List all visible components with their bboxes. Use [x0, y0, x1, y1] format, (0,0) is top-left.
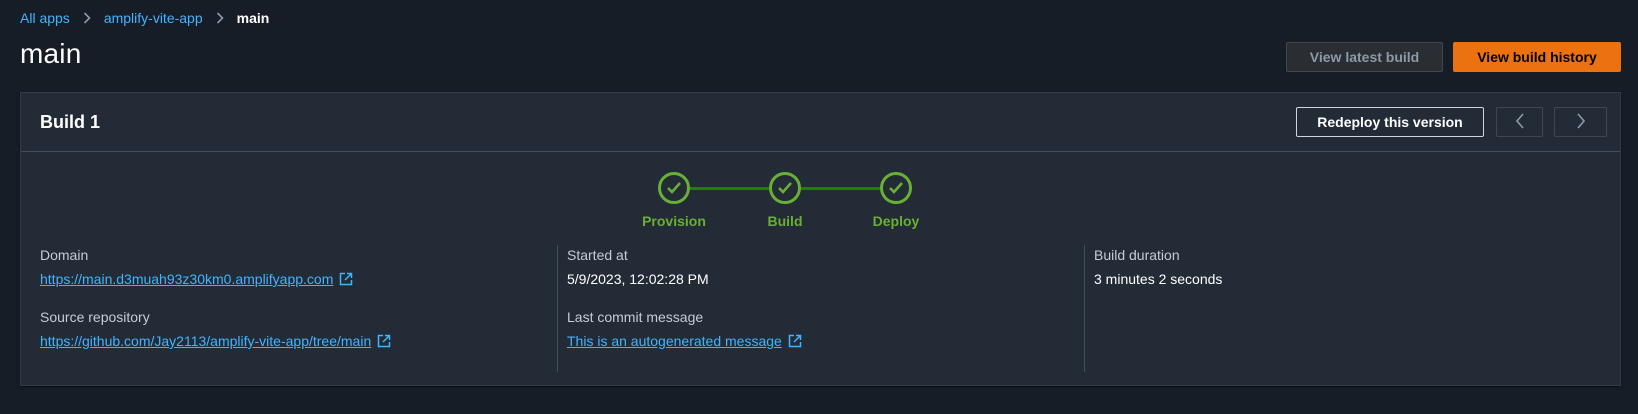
column-divider	[557, 245, 558, 372]
started-at-label: Started at	[567, 247, 628, 263]
view-build-history-button[interactable]: View build history	[1453, 42, 1621, 72]
step-label-provision: Provision	[642, 213, 706, 229]
domain-link[interactable]: https://main.d3muah93z30km0.amplifyapp.c…	[40, 271, 353, 287]
previous-build-button[interactable]	[1496, 107, 1543, 137]
source-repository-link[interactable]: https://github.com/Jay2113/amplify-vite-…	[40, 333, 391, 349]
breadcrumb: All apps amplify-vite-app main	[20, 8, 269, 28]
last-commit-link[interactable]: This is an autogenerated message	[567, 333, 802, 349]
deploy-step-check-icon	[880, 172, 912, 204]
chevron-left-icon	[1515, 112, 1525, 132]
provision-step-check-icon	[658, 172, 690, 204]
build-duration-value: 3 minutes 2 seconds	[1094, 271, 1223, 287]
build-card: Build 1 Redeploy this version Provision …	[20, 92, 1621, 386]
step-label-deploy: Deploy	[872, 213, 920, 229]
build-progress-steps: Provision Build Deploy	[21, 153, 1620, 248]
breadcrumb-app[interactable]: amplify-vite-app	[104, 10, 203, 26]
build-card-header: Build 1 Redeploy this version	[21, 93, 1620, 152]
started-at-value: 5/9/2023, 12:02:28 PM	[567, 271, 709, 287]
view-latest-build-button[interactable]: View latest build	[1286, 42, 1443, 72]
chevron-right-icon	[1576, 112, 1586, 132]
details-column-started: Started at 5/9/2023, 12:02:28 PM Last co…	[567, 245, 1047, 371]
chevron-right-icon	[216, 12, 224, 24]
domain-label: Domain	[40, 247, 89, 263]
source-repository-label: Source repository	[40, 309, 150, 325]
build-title: Build 1	[40, 112, 101, 132]
redeploy-button[interactable]: Redeploy this version	[1296, 107, 1484, 137]
breadcrumb-current: main	[236, 10, 270, 26]
details-column-duration: Build duration 3 minutes 2 seconds	[1094, 245, 1574, 371]
breadcrumb-all-apps[interactable]: All apps	[20, 10, 70, 26]
last-commit-value: This is an autogenerated message	[567, 333, 782, 349]
step-label-build: Build	[767, 213, 803, 229]
step-connector	[801, 187, 881, 190]
details-column-domain: Domain https://main.d3muah93z30km0.ampli…	[40, 245, 520, 371]
next-build-button[interactable]	[1554, 107, 1607, 137]
external-link-icon	[377, 334, 391, 348]
source-repository-value: https://github.com/Jay2113/amplify-vite-…	[40, 333, 372, 349]
domain-value: https://main.d3muah93z30km0.amplifyapp.c…	[40, 271, 334, 287]
build-duration-label: Build duration	[1094, 247, 1180, 263]
build-step-check-icon	[769, 172, 801, 204]
page-title: main	[20, 38, 82, 69]
external-link-icon	[339, 272, 353, 286]
step-connector	[689, 187, 769, 190]
column-divider	[1084, 245, 1085, 372]
last-commit-label: Last commit message	[567, 309, 704, 325]
external-link-icon	[788, 334, 802, 348]
chevron-right-icon	[83, 12, 91, 24]
